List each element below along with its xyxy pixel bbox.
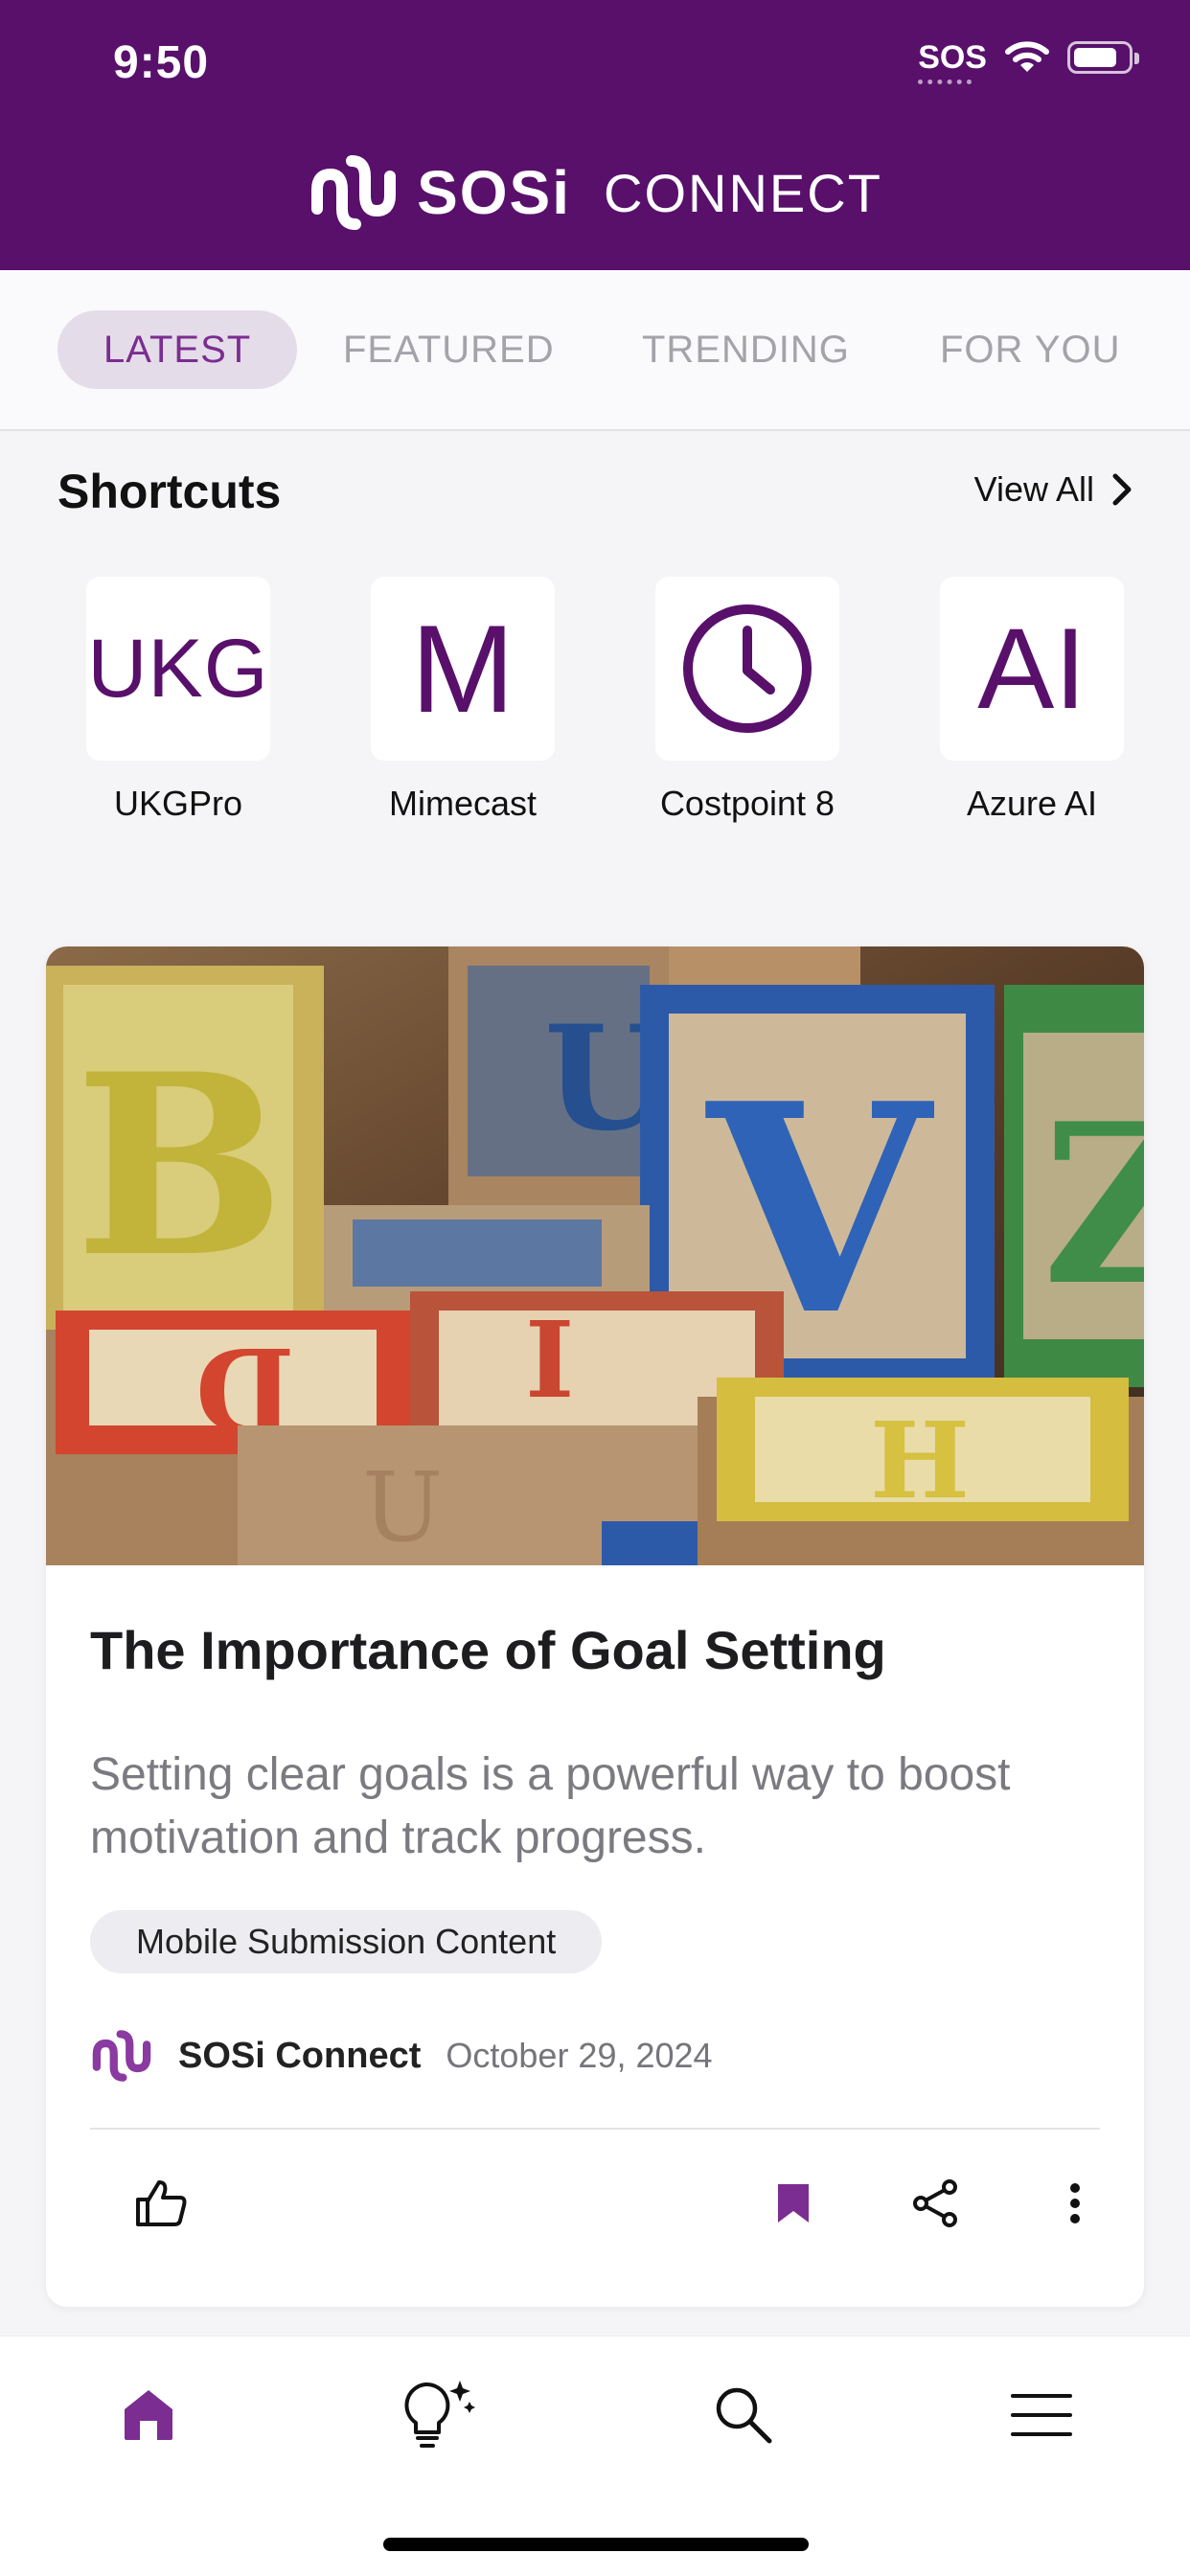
search-icon	[716, 2387, 772, 2444]
home-icon	[125, 2390, 172, 2440]
nav-ideas[interactable]	[389, 2367, 485, 2463]
like-button[interactable]	[123, 2165, 199, 2242]
author-row: SOSi Connect October 29, 2024	[90, 2027, 713, 2085]
svg-text:B: B	[75, 1020, 286, 1312]
tab-for-you[interactable]: FOR YOU	[940, 310, 1121, 389]
shortcut-mimecast[interactable]: M Mimecast	[371, 577, 555, 824]
wifi-icon	[1005, 41, 1049, 72]
bookmark-icon	[778, 2184, 809, 2223]
brand-logo: SOSi CONNECT	[0, 151, 1190, 234]
svg-text:I: I	[525, 1298, 574, 1422]
article-card[interactable]: U B V Z D I U H The Importance of Goal S…	[46, 946, 1144, 2307]
nav-menu[interactable]	[994, 2367, 1089, 2463]
bottom-nav	[0, 2336, 1190, 2576]
article-image[interactable]: U B V Z D I U H	[46, 946, 1144, 1565]
shortcut-azure-ai[interactable]: AI Azure AI	[940, 577, 1124, 824]
ukg-logo-icon: UKG	[86, 577, 270, 761]
brand-suffix: CONNECT	[604, 162, 882, 223]
tab-featured[interactable]: FEATURED	[343, 310, 555, 389]
shortcut-label: UKGPro	[113, 784, 243, 823]
divider	[90, 2128, 1100, 2130]
azure-ai-logo-icon: AI	[940, 577, 1124, 761]
svg-text:H: H	[870, 1399, 970, 1522]
shortcut-ukgpro[interactable]: UKG UKGPro	[86, 577, 270, 824]
clock-icon	[683, 604, 812, 733]
mimecast-logo-icon: M	[371, 577, 555, 761]
author-name[interactable]: SOSi Connect	[178, 2036, 421, 2077]
battery-icon	[1067, 41, 1139, 74]
home-indicator	[383, 2538, 809, 2551]
article-description: Setting clear goals is a powerful way to…	[90, 1749, 1011, 1863]
status-icons: SOS	[918, 40, 1139, 84]
nav-search[interactable]	[696, 2367, 791, 2463]
svg-text:U: U	[362, 1451, 443, 1563]
shortcut-label: Azure AI	[966, 784, 1098, 823]
brand-name: SOSi	[417, 158, 572, 227]
app-header: 9:50 SOS SOSi CONNECT	[0, 0, 1190, 270]
post-date: October 29, 2024	[446, 2036, 713, 2075]
shortcut-label: Mimecast	[388, 784, 538, 823]
shortcuts-title: Shortcuts	[57, 465, 282, 518]
category-tabs: LATEST FEATURED TRENDING FOR YOU	[0, 270, 1190, 431]
ideas-icon	[404, 2381, 475, 2448]
view-all-link[interactable]: View All	[974, 469, 1133, 510]
more-icon	[1070, 2183, 1080, 2223]
shortcut-label: Costpoint 8	[659, 784, 835, 823]
tab-latest[interactable]: LATEST	[57, 310, 298, 389]
sosi-avatar-icon	[92, 2030, 151, 2082]
share-button[interactable]	[897, 2165, 973, 2242]
share-icon	[913, 2179, 957, 2227]
shortcut-costpoint[interactable]: Costpoint 8	[655, 577, 839, 824]
sosi-logo-icon	[311, 155, 397, 230]
status-time: 9:50	[113, 37, 210, 88]
bookmark-button[interactable]	[755, 2165, 832, 2242]
sos-indicator: SOS	[918, 41, 987, 84]
article-title[interactable]: The Importance of Goal Setting	[90, 1619, 886, 1681]
like-icon	[136, 2180, 187, 2226]
menu-icon	[1011, 2394, 1072, 2436]
tab-trending[interactable]: TRENDING	[642, 310, 850, 389]
svg-text:Z: Z	[1042, 1076, 1144, 1334]
chevron-right-icon	[1112, 473, 1132, 506]
more-options-button[interactable]	[1037, 2165, 1113, 2242]
nav-home[interactable]	[101, 2367, 196, 2463]
content-tag[interactable]: Mobile Submission Content	[90, 1910, 603, 1973]
